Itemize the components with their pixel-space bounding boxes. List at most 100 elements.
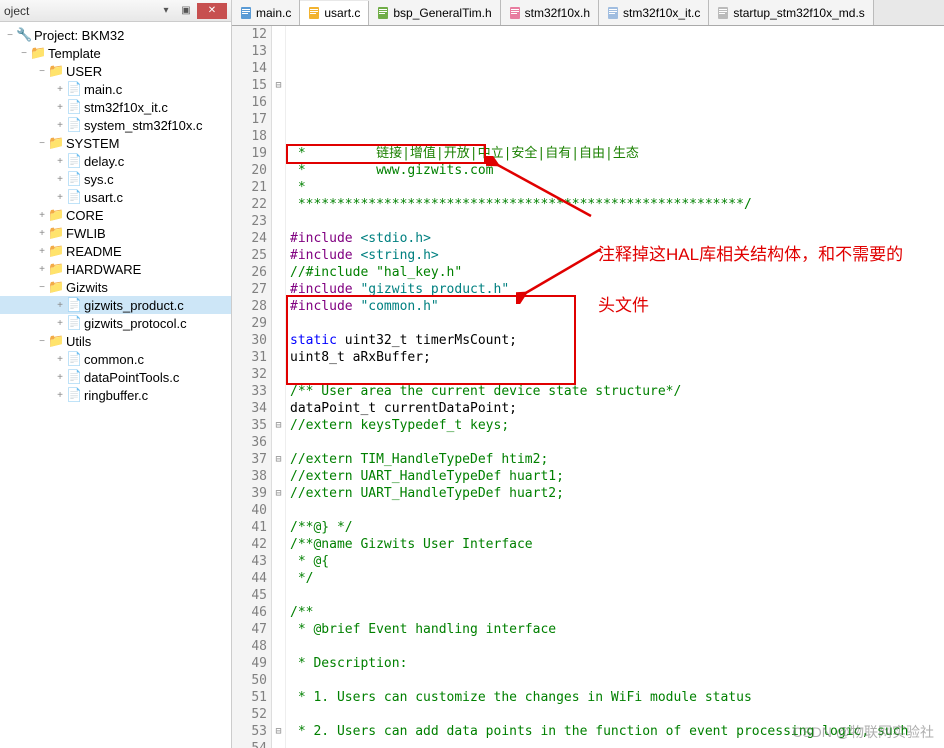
code-line[interactable] — [290, 706, 944, 723]
tree-item[interactable]: +📁HARDWARE — [0, 260, 231, 278]
tree-item[interactable]: +📁FWLIB — [0, 224, 231, 242]
code-line[interactable]: /** User area the current device state s… — [290, 383, 944, 400]
fold-icon[interactable] — [272, 94, 285, 111]
pin-icon[interactable]: ▣ — [177, 3, 195, 19]
fold-icon[interactable]: ⊟ — [272, 723, 285, 740]
code-line[interactable] — [290, 638, 944, 655]
code-line[interactable]: * — [290, 179, 944, 196]
fold-icon[interactable] — [272, 145, 285, 162]
tree-item[interactable]: +📄sys.c — [0, 170, 231, 188]
fold-icon[interactable] — [272, 672, 285, 689]
fold-icon[interactable]: ⊟ — [272, 417, 285, 434]
fold-icon[interactable] — [272, 111, 285, 128]
tree-item[interactable]: −📁Utils — [0, 332, 231, 350]
fold-icon[interactable] — [272, 213, 285, 230]
tree-item[interactable]: +📄gizwits_protocol.c — [0, 314, 231, 332]
fold-icon[interactable] — [272, 315, 285, 332]
fold-icon[interactable] — [272, 366, 285, 383]
fold-icon[interactable] — [272, 536, 285, 553]
code-line[interactable]: #include <string.h> — [290, 247, 944, 264]
fold-icon[interactable] — [272, 621, 285, 638]
fold-icon[interactable] — [272, 706, 285, 723]
code-line[interactable]: * 1. Users can customize the changes in … — [290, 689, 944, 706]
tab[interactable]: stm32f10x.h — [501, 0, 599, 25]
tree-item[interactable]: +📄system_stm32f10x.c — [0, 116, 231, 134]
fold-icon[interactable]: ⊟ — [272, 485, 285, 502]
fold-icon[interactable] — [272, 519, 285, 536]
tree-item[interactable]: +📁README — [0, 242, 231, 260]
fold-icon[interactable] — [272, 468, 285, 485]
fold-icon[interactable] — [272, 26, 285, 43]
fold-icon[interactable] — [272, 298, 285, 315]
fold-icon[interactable] — [272, 60, 285, 77]
close-icon[interactable]: ✕ — [197, 3, 227, 19]
tree-item[interactable]: +📄stm32f10x_it.c — [0, 98, 231, 116]
fold-icon[interactable] — [272, 162, 285, 179]
code-line[interactable]: /**@} */ — [290, 519, 944, 536]
code-line[interactable] — [290, 434, 944, 451]
fold-icon[interactable] — [272, 502, 285, 519]
tab[interactable]: stm32f10x_it.c — [599, 0, 709, 25]
code-line[interactable]: * @brief Event handling interface — [290, 621, 944, 638]
fold-icon[interactable]: ⊟ — [272, 451, 285, 468]
fold-icon[interactable] — [272, 400, 285, 417]
tab[interactable]: bsp_GeneralTim.h — [369, 0, 500, 25]
tree-item[interactable]: +📄usart.c — [0, 188, 231, 206]
code-line[interactable] — [290, 213, 944, 230]
fold-icon[interactable] — [272, 264, 285, 281]
code-line[interactable]: dataPoint_t currentDataPoint; — [290, 400, 944, 417]
code-content[interactable]: 注释掉这HAL库相关结构体，和不需要的 头文件 * 链接|增值|开放|中立|安全… — [286, 26, 944, 748]
fold-icon[interactable] — [272, 128, 285, 145]
tree-item[interactable]: −📁Template — [0, 44, 231, 62]
code-line[interactable]: /**@name Gizwits User Interface — [290, 536, 944, 553]
tree-item[interactable]: +📄dataPointTools.c — [0, 368, 231, 386]
tree-item[interactable]: +📄main.c — [0, 80, 231, 98]
code-line[interactable]: //extern keysTypedef_t keys; — [290, 417, 944, 434]
tree-item[interactable]: +📄ringbuffer.c — [0, 386, 231, 404]
tree-item[interactable]: −📁Gizwits — [0, 278, 231, 296]
code-line[interactable] — [290, 502, 944, 519]
code-line[interactable]: /** — [290, 604, 944, 621]
fold-icon[interactable] — [272, 230, 285, 247]
fold-icon[interactable] — [272, 587, 285, 604]
tree-item[interactable]: −📁SYSTEM — [0, 134, 231, 152]
tab[interactable]: main.c — [232, 0, 300, 25]
fold-icon[interactable] — [272, 740, 285, 748]
fold-icon[interactable] — [272, 689, 285, 706]
fold-icon[interactable] — [272, 655, 285, 672]
code-editor[interactable]: 1213141516171819202122232425262728293031… — [232, 26, 944, 748]
fold-icon[interactable] — [272, 434, 285, 451]
code-line[interactable]: */ — [290, 570, 944, 587]
fold-column[interactable]: ⊟⊟⊟⊟⊟⊟ — [272, 26, 286, 748]
tree-item[interactable]: +📄gizwits_product.c — [0, 296, 231, 314]
fold-icon[interactable] — [272, 383, 285, 400]
project-tree[interactable]: − 🔧 Project: BKM32 −📁Template−📁USER+📄mai… — [0, 22, 231, 748]
tree-item[interactable]: +📄delay.c — [0, 152, 231, 170]
fold-icon[interactable] — [272, 638, 285, 655]
fold-icon[interactable] — [272, 570, 285, 587]
fold-icon[interactable] — [272, 281, 285, 298]
code-line[interactable]: * Description: — [290, 655, 944, 672]
code-line[interactable]: //extern UART_HandleTypeDef huart2; — [290, 485, 944, 502]
code-line[interactable]: #include <stdio.h> — [290, 230, 944, 247]
code-line[interactable]: //extern TIM_HandleTypeDef htim2; — [290, 451, 944, 468]
code-line[interactable]: //extern UART_HandleTypeDef huart1; — [290, 468, 944, 485]
dropdown-icon[interactable]: ▾ — [157, 3, 175, 19]
tab[interactable]: usart.c — [300, 1, 369, 26]
code-line[interactable]: * www.gizwits.com — [290, 162, 944, 179]
fold-icon[interactable] — [272, 43, 285, 60]
fold-icon[interactable] — [272, 604, 285, 621]
code-line[interactable]: * @{ — [290, 553, 944, 570]
fold-icon[interactable] — [272, 196, 285, 213]
code-line[interactable] — [290, 587, 944, 604]
tree-item[interactable]: −📁USER — [0, 62, 231, 80]
tab[interactable]: startup_stm32f10x_md.s — [709, 0, 873, 25]
code-line[interactable] — [290, 672, 944, 689]
tree-item[interactable]: +📁CORE — [0, 206, 231, 224]
fold-icon[interactable] — [272, 332, 285, 349]
fold-icon[interactable] — [272, 247, 285, 264]
fold-icon[interactable] — [272, 349, 285, 366]
fold-icon[interactable] — [272, 553, 285, 570]
tree-item[interactable]: +📄common.c — [0, 350, 231, 368]
project-root[interactable]: − 🔧 Project: BKM32 — [0, 26, 231, 44]
